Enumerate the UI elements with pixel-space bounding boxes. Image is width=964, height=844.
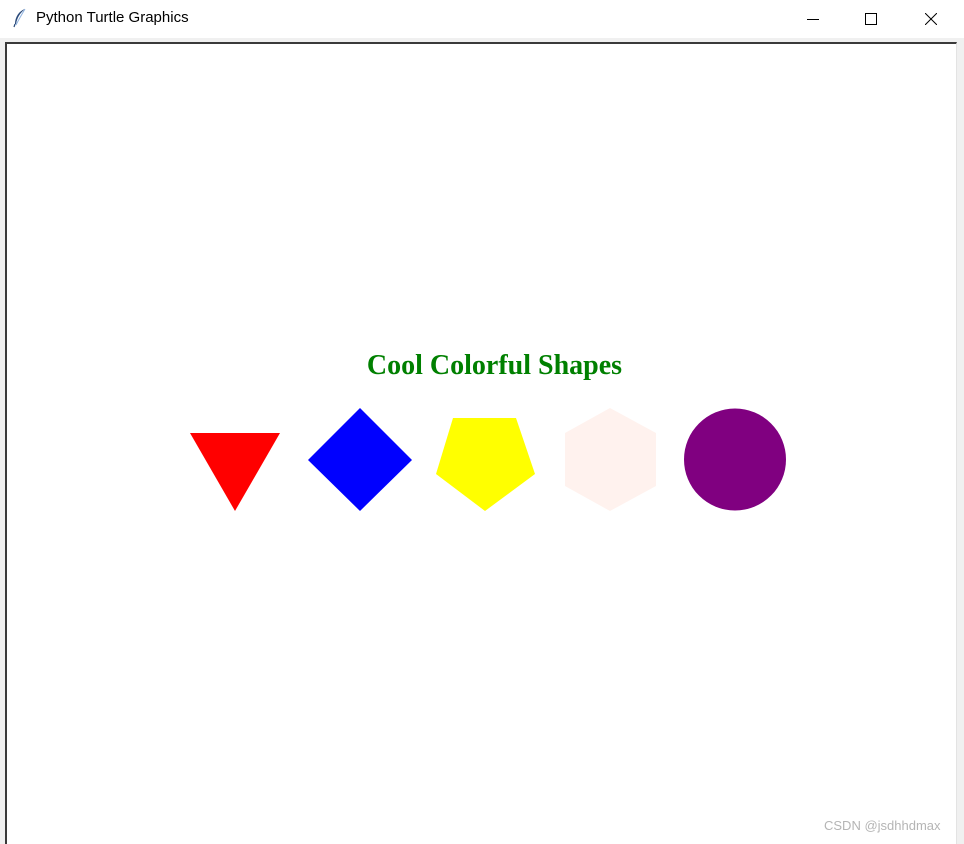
- maximize-button[interactable]: [842, 0, 900, 38]
- close-button[interactable]: [902, 0, 960, 38]
- window-title: Python Turtle Graphics: [36, 9, 189, 26]
- turtle-canvas[interactable]: Cool Colorful Shapes CSDN @jsdhhdmax: [7, 44, 956, 844]
- watermark: CSDN @jsdhhdmax: [824, 818, 941, 833]
- minimize-icon: [807, 19, 819, 20]
- shapes-layer: [190, 408, 786, 511]
- title-bar: Python Turtle Graphics: [0, 0, 964, 38]
- square-shape: [308, 408, 412, 511]
- minimize-button[interactable]: [784, 0, 842, 38]
- hexagon-shape: [565, 408, 656, 511]
- close-icon: [925, 13, 937, 25]
- pentagon-shape: [436, 418, 535, 511]
- triangle-shape: [190, 433, 280, 511]
- feather-icon: [13, 8, 27, 28]
- maximize-icon: [865, 13, 877, 25]
- circle-shape: [684, 408, 786, 511]
- window-right-edge: [958, 42, 964, 844]
